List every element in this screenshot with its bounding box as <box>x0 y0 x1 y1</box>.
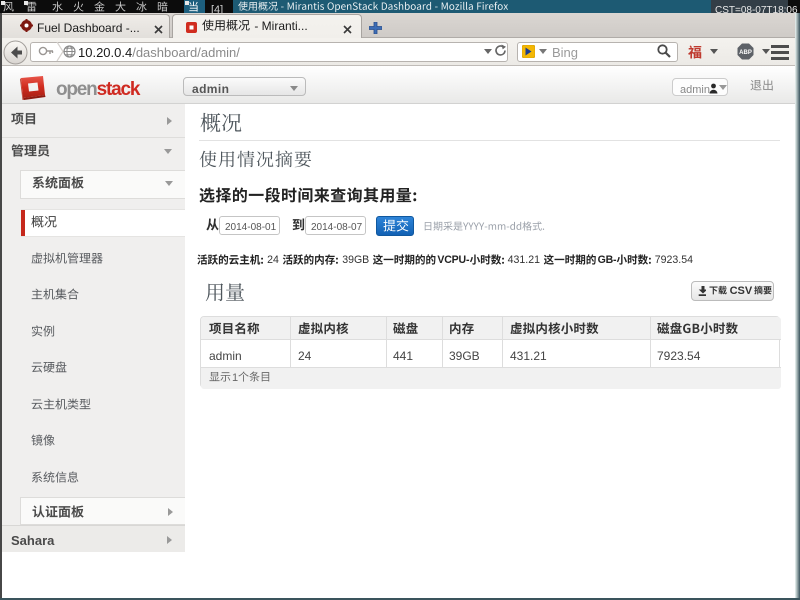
svg-text:ABP: ABP <box>739 50 752 56</box>
